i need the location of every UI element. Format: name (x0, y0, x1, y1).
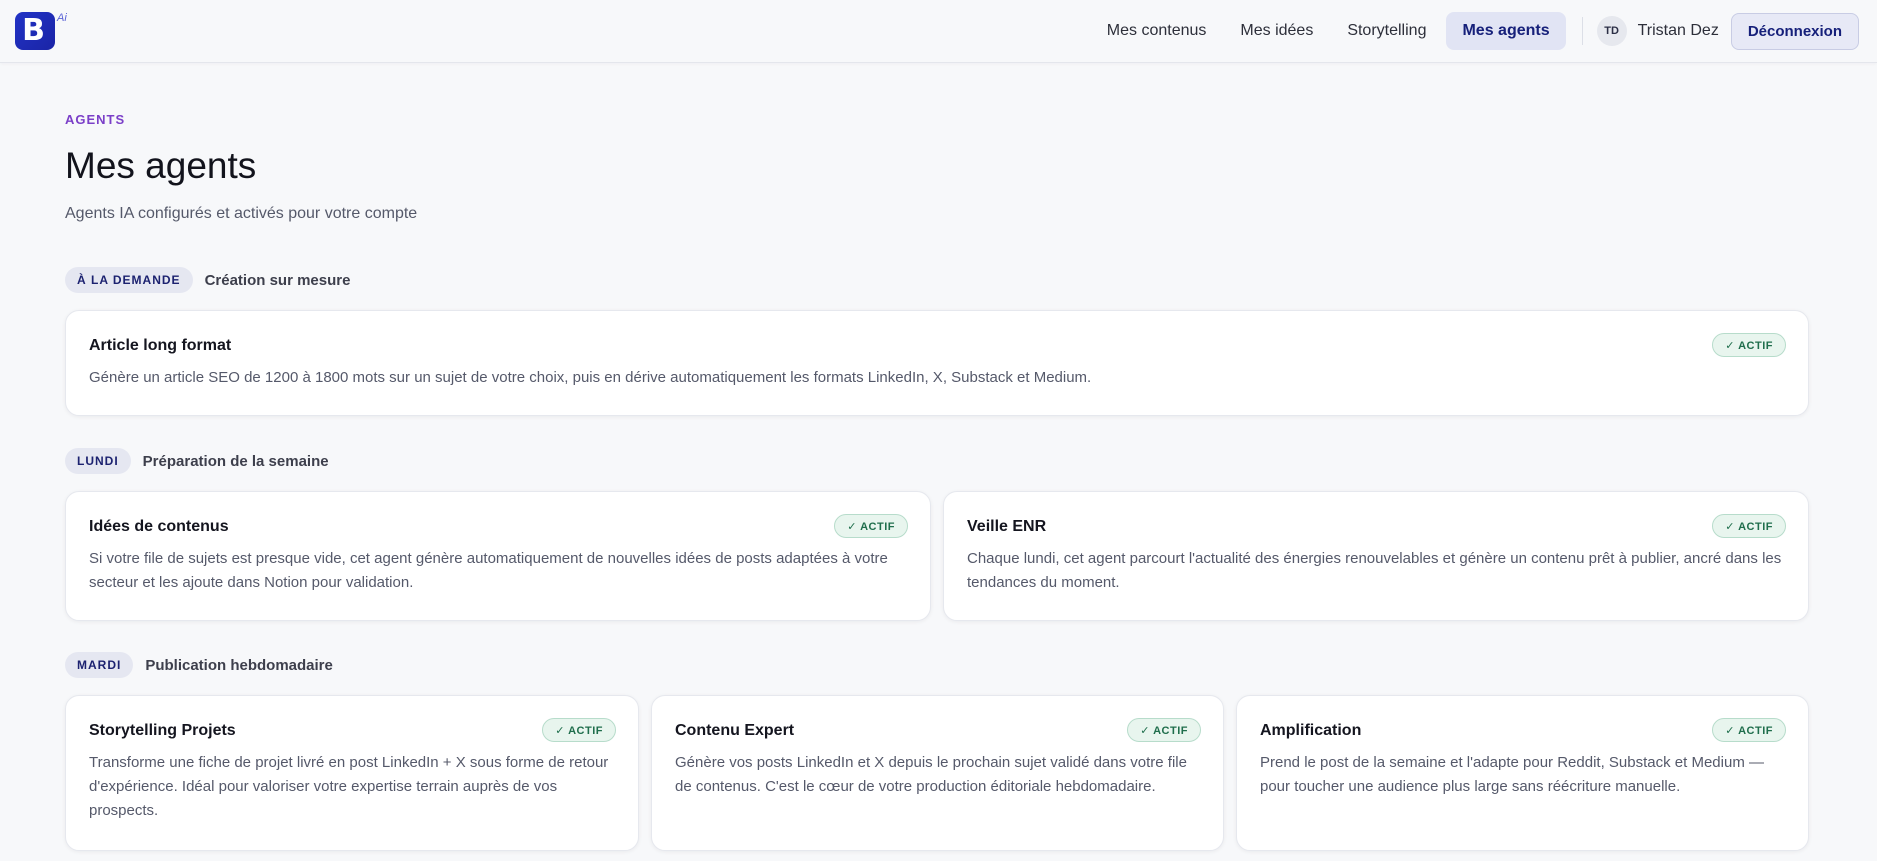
logo-ai-badge: Ai (57, 12, 67, 24)
nav-item-storytelling[interactable]: Storytelling (1331, 12, 1442, 50)
section-header-mardi: MARDI Publication hebdomadaire (65, 652, 333, 678)
status-badge: ✓ ACTIF (834, 514, 908, 538)
agent-card-veille-enr[interactable]: Veille ENR ✓ ACTIF Chaque lundi, cet age… (943, 491, 1809, 621)
section-pill: MARDI (65, 652, 134, 678)
agent-card-description: Génère un article SEO de 1200 à 1800 mot… (89, 369, 1092, 386)
status-badge: ✓ ACTIF (1127, 718, 1201, 742)
status-badge: ✓ ACTIF (1712, 514, 1786, 538)
agent-card-description: Chaque lundi, cet agent parcourt l'actua… (967, 550, 1782, 591)
section-pill: À LA DEMANDE (65, 267, 193, 293)
agent-card-title: Amplification (1260, 722, 1362, 739)
avatar: TD (1596, 16, 1627, 46)
section-description: Préparation de la semaine (142, 452, 329, 470)
section-header-lundi: LUNDI Préparation de la semaine (65, 448, 329, 474)
agent-card-contenu-expert[interactable]: Contenu Expert ✓ ACTIF Génère vos posts … (651, 695, 1224, 851)
agent-card-amplification[interactable]: Amplification ✓ ACTIF Prend le post de l… (1236, 695, 1809, 851)
logo-letter: B (22, 12, 45, 48)
nav-item-mes-idees[interactable]: Mes idées (1224, 12, 1329, 50)
top-navigation-bar: B Ai Mes contenus Mes idées Storytelling… (0, 0, 1877, 63)
page-subtitle: Agents IA configurés et activés pour vot… (65, 205, 418, 222)
logout-button[interactable]: Déconnexion (1730, 12, 1859, 50)
section-description: Publication hebdomadaire (145, 656, 333, 674)
agent-card-title: Article long format (89, 337, 232, 354)
section-pill: LUNDI (65, 448, 131, 474)
agent-card-storytelling-projets[interactable]: Storytelling Projets ✓ ACTIF Transforme … (65, 695, 639, 851)
section-header-a-la-demande: À LA DEMANDE Création sur mesure (65, 267, 350, 293)
page-title: Mes agents (65, 145, 257, 186)
nav-item-mes-contenus[interactable]: Mes contenus (1091, 12, 1223, 50)
agent-card-description: Transforme une fiche de projet livré en … (89, 754, 609, 819)
agent-card-idees-de-contenus[interactable]: Idées de contenus ✓ ACTIF Si votre file … (65, 491, 931, 621)
nav-divider (1581, 17, 1583, 45)
page-eyebrow: AGENTS (65, 112, 126, 127)
user-menu[interactable]: TD Tristan Dez (1596, 16, 1719, 46)
section-description: Création sur mesure (204, 271, 351, 289)
user-name: Tristan Dez (1637, 22, 1719, 39)
agent-card-title: Veille ENR (967, 518, 1047, 535)
agent-card-description: Prend le post de la semaine et l'adapte … (1260, 754, 1764, 795)
status-badge: ✓ ACTIF (1712, 718, 1786, 742)
agent-card-description: Si votre file de sujets est presque vide… (89, 550, 888, 591)
app-logo[interactable]: B (15, 12, 55, 50)
main-nav: Mes contenus Mes idées Storytelling Mes … (1091, 12, 1877, 50)
status-badge: ✓ ACTIF (1712, 333, 1786, 357)
agent-card-article-long-format[interactable]: Article long format ✓ ACTIF Génère un ar… (65, 310, 1809, 416)
status-badge: ✓ ACTIF (542, 718, 616, 742)
agent-card-title: Contenu Expert (675, 722, 795, 739)
agent-card-title: Storytelling Projets (89, 722, 236, 739)
nav-item-mes-agents[interactable]: Mes agents (1446, 12, 1566, 50)
agent-card-title: Idées de contenus (89, 518, 229, 535)
agent-card-description: Génère vos posts LinkedIn et X depuis le… (675, 754, 1187, 795)
